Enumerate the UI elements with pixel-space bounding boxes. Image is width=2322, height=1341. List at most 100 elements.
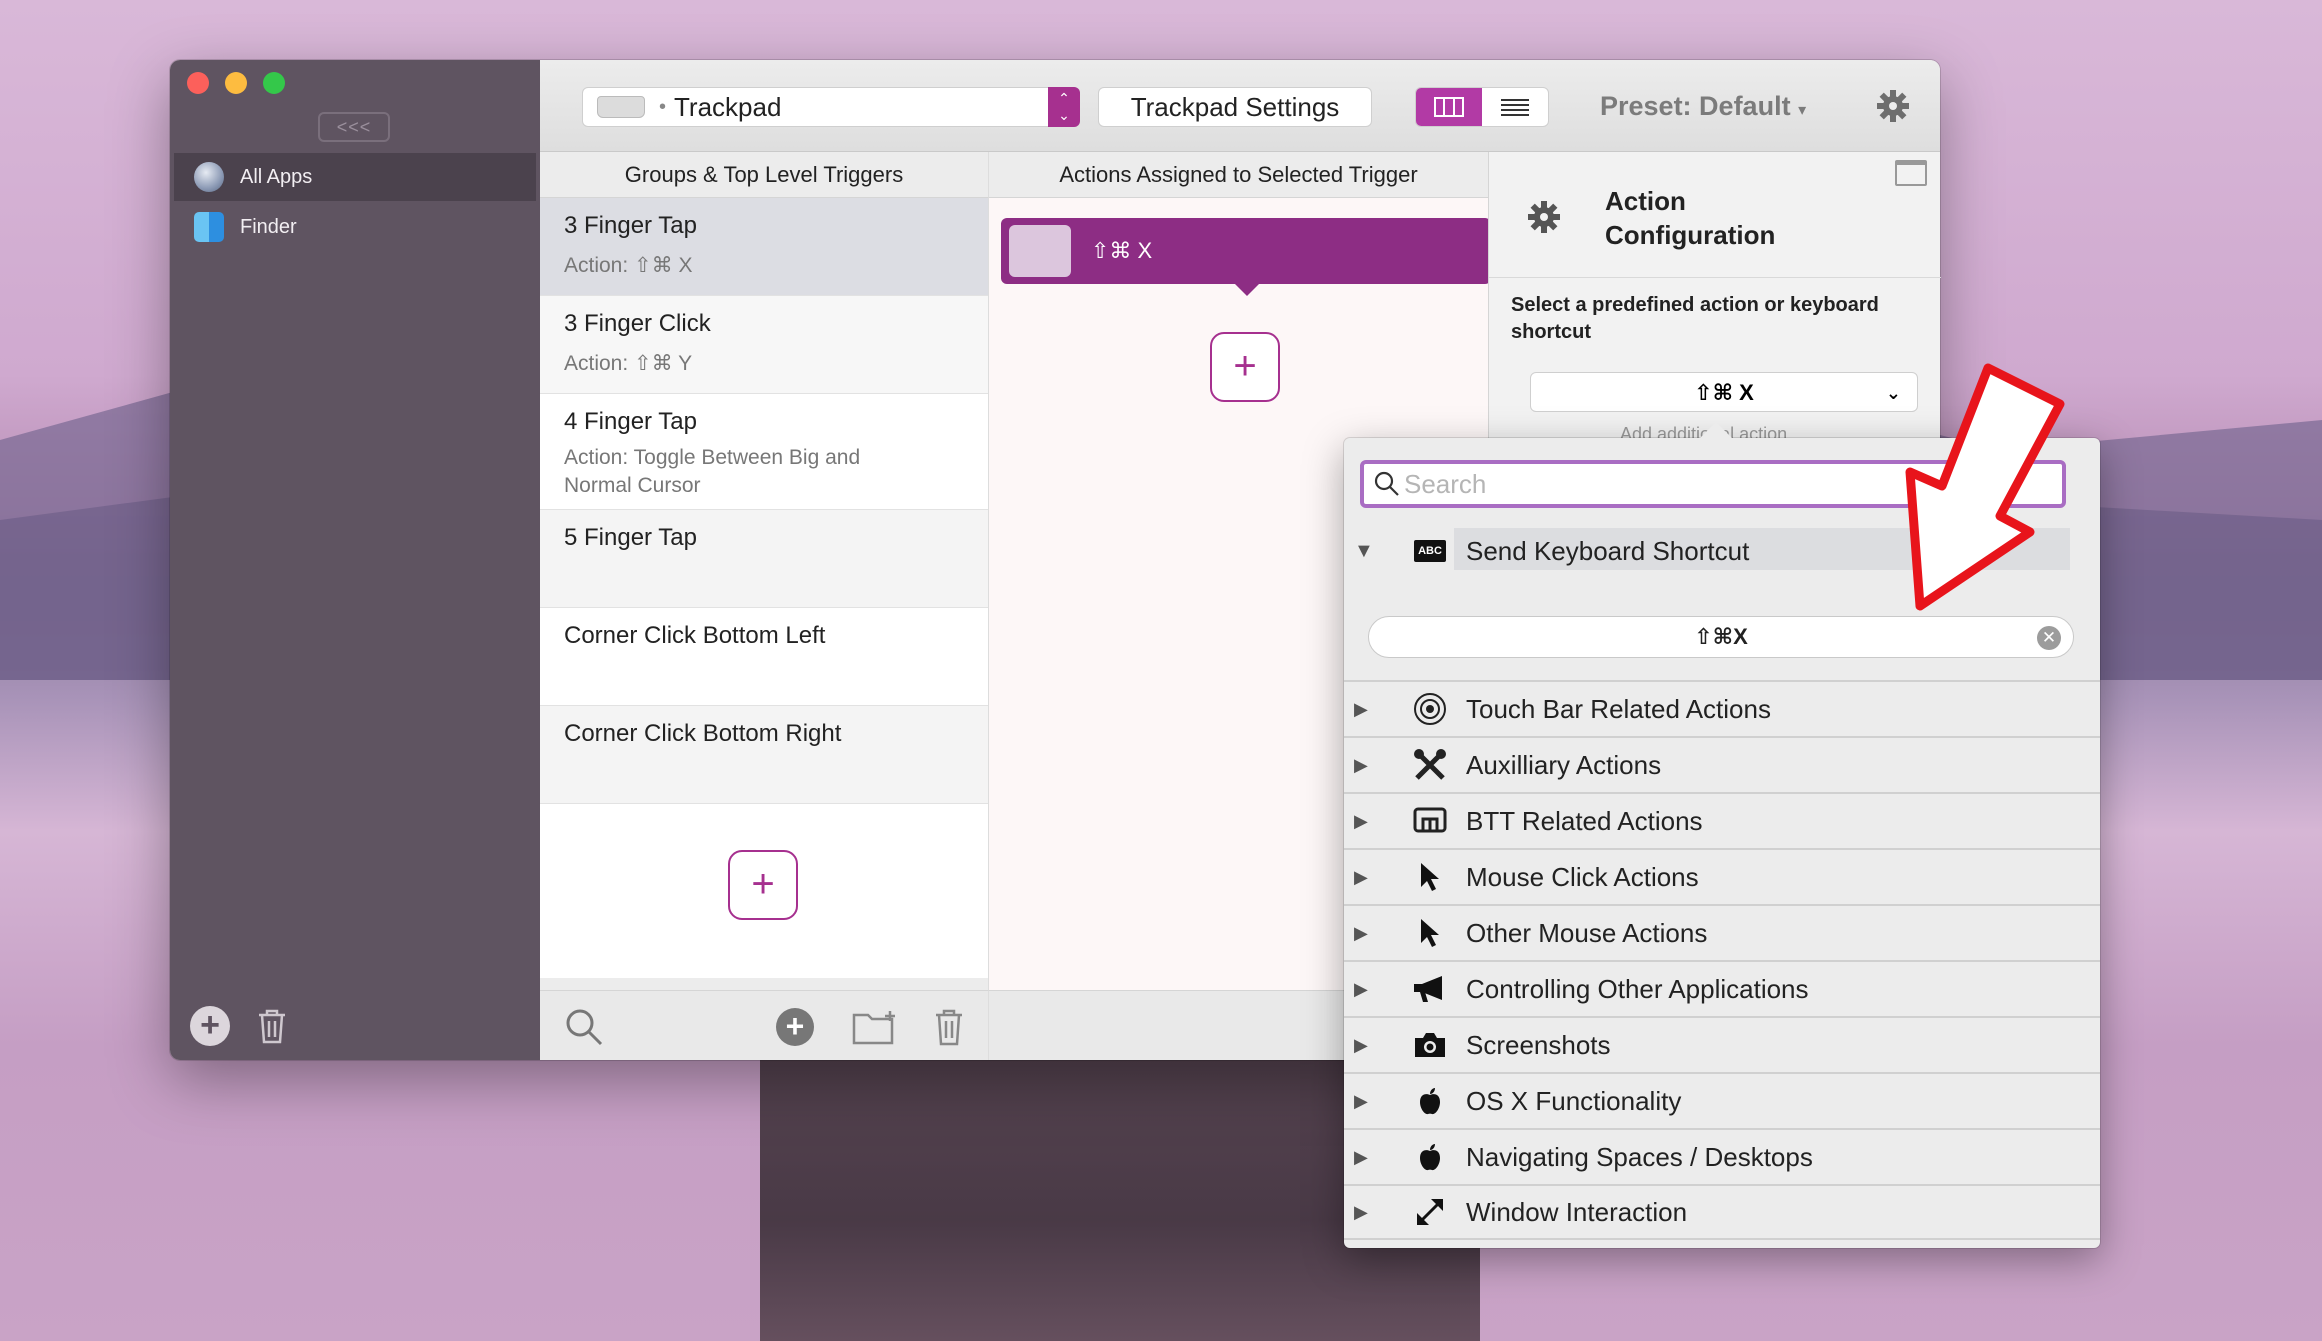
trigger-row-3-finger-tap[interactable]: 3 Finger Tap Action: ⇧⌘ X [540,198,988,296]
actions-column-header: Actions Assigned to Selected Trigger [988,152,1488,198]
search-icon[interactable] [564,1007,604,1047]
config-title-line: Action [1605,186,1686,216]
search-icon [1374,471,1399,496]
trigger-title: Corner Click Bottom Left [564,622,826,649]
category-navigating-spaces-desktops[interactable]: ▶ Navigating Spaces / Desktops [1344,1128,2100,1184]
megaphone-icon [1412,971,1448,1007]
disclosure-collapsed-icon[interactable]: ▶ [1354,979,1368,1000]
gear-icon [1877,90,1909,122]
trash-icon[interactable] [932,1007,966,1047]
config-title: Action Configuration [1605,184,1775,252]
disclosure-collapsed-icon[interactable]: ▶ [1354,699,1368,720]
list-view-button[interactable] [1482,88,1548,126]
device-select-value: Trackpad [674,91,782,122]
trigger-title: 3 Finger Click [564,310,711,337]
category-label: Touch Bar Related Actions [1466,693,1771,724]
triggers-list: 3 Finger Tap Action: ⇧⌘ X 3 Finger Click… [540,198,1001,978]
disclosure-collapsed-icon[interactable]: ▶ [1354,923,1368,944]
globe-icon [194,162,224,192]
mouse-pointer-icon [1412,859,1448,895]
category-label: OS X Functionality [1466,1085,1682,1116]
trackpad-settings-button[interactable]: Trackpad Settings [1098,87,1372,127]
trigger-row-corner-click-bottom-left[interactable]: Corner Click Bottom Left [540,608,988,706]
preferences-button[interactable] [1876,89,1910,123]
close-window-button[interactable] [187,72,209,94]
chevron-down-icon: ▾ [1798,102,1807,119]
disclosure-collapsed-icon[interactable]: ▶ [1354,1147,1368,1168]
trigger-row-5-finger-tap[interactable]: 5 Finger Tap [540,510,988,608]
collapse-sidebar-button[interactable]: <<< [318,112,390,142]
window-controls [187,72,285,94]
tools-icon [1412,747,1448,783]
disclosure-collapsed-icon[interactable]: ▶ [1354,1035,1368,1056]
status-dot: • [659,95,667,118]
sidebar-item-label: All Apps [240,165,313,188]
apple-icon [1412,1083,1448,1119]
trigger-row-3-finger-click[interactable]: 3 Finger Click Action: ⇧⌘ Y [540,296,988,394]
trigger-action: Action: ⇧⌘ Y [564,352,693,375]
sidebar-item-all-apps[interactable]: All Apps [174,153,536,201]
detach-window-icon[interactable] [1895,160,1927,186]
btt-icon [1412,803,1448,839]
trigger-title: 4 Finger Tap [564,408,697,435]
add-trigger-footer-button[interactable]: + [776,1008,814,1046]
triggers-footer: + [540,990,988,1060]
trash-icon [259,1009,285,1044]
predefined-action-value: ⇧⌘ X [1694,380,1754,405]
popup-pointer [1700,422,1732,438]
triggers-column-header: Groups & Top Level Triggers [540,152,988,198]
category-controlling-other-applications[interactable]: ▶ Controlling Other Applications [1344,960,2100,1016]
disclosure-collapsed-icon[interactable]: ▶ [1354,811,1368,832]
camera-icon [1412,1027,1448,1063]
config-select-label: Select a predefined action or keyboard s… [1511,294,1879,343]
category-label: Navigating Spaces / Desktops [1466,1141,1813,1172]
trigger-title: Corner Click Bottom Right [564,720,842,747]
action-color-swatch [1009,225,1071,277]
sidebar-item-finder[interactable]: Finder [174,203,536,251]
category-label: Window Interaction [1466,1196,1688,1227]
assigned-action-label: ⇧⌘ X [1091,238,1153,263]
disclosure-collapsed-icon[interactable]: ▶ [1354,1202,1368,1223]
gear-icon [1528,201,1560,233]
disclosure-collapsed-icon[interactable]: ▶ [1354,755,1368,776]
category-window-interaction[interactable]: ▶ Window Interaction [1344,1184,2100,1240]
category-mouse-click-actions[interactable]: ▶ Mouse Click Actions [1344,848,2100,904]
category-os-x-functionality[interactable]: ▶ OS X Functionality [1344,1072,2100,1128]
device-select[interactable]: • Trackpad ⌃ ⌄ [582,87,1080,127]
clear-shortcut-icon[interactable]: ✕ [2037,626,2061,650]
view-mode-toggle[interactable] [1415,87,1549,127]
config-header: Action Configuration [1489,152,1941,278]
disclosure-collapsed-icon[interactable]: ▶ [1354,867,1368,888]
add-action-button[interactable]: + [1210,332,1280,402]
pill-pointer [1235,284,1259,296]
apple-icon [1412,1139,1448,1175]
resize-arrows-icon [1412,1194,1448,1230]
new-folder-icon[interactable] [852,1009,898,1045]
preset-selector[interactable]: Preset: Default ▾ [1600,91,1806,122]
touchbar-target-icon [1412,691,1448,727]
sidebar-footer: + [190,1006,292,1046]
shortcut-recorder-value: ⇧⌘X [1694,624,1748,649]
zoom-window-button[interactable] [263,72,285,94]
minimize-window-button[interactable] [225,72,247,94]
disclosure-collapsed-icon[interactable]: ▶ [1354,1091,1368,1112]
category-screenshots[interactable]: ▶ Screenshots [1344,1016,2100,1072]
category-btt-related-actions[interactable]: ▶ BTT Related Actions [1344,792,2100,848]
columns-icon [1434,97,1464,117]
assigned-action-pill[interactable]: ⇧⌘ X [1001,218,1491,296]
category-label: Screenshots [1466,1029,1611,1060]
category-other-mouse-actions[interactable]: ▶ Other Mouse Actions [1344,904,2100,960]
category-auxilliary-actions[interactable]: ▶ Auxilliary Actions [1344,736,2100,792]
trigger-row-corner-click-bottom-right[interactable]: Corner Click Bottom Right [540,706,988,804]
delete-app-button[interactable] [252,1006,292,1046]
disclosure-expanded-icon[interactable]: ▼ [1354,540,1374,563]
predefined-action-select[interactable]: ⇧⌘ X ⌄ [1530,372,1918,412]
preset-label: Preset: Default [1600,91,1791,121]
columns-view-button[interactable] [1416,88,1482,126]
trigger-action: Action: ⇧⌘ X [564,254,693,277]
trigger-title: 5 Finger Tap [564,524,697,551]
add-trigger-button[interactable]: + [728,850,798,920]
add-app-button[interactable]: + [190,1006,230,1046]
category-touch-bar-related-actions[interactable]: ▶ Touch Bar Related Actions [1344,680,2100,736]
trigger-row-4-finger-tap[interactable]: 4 Finger Tap Action: Toggle Between Big … [540,394,988,510]
